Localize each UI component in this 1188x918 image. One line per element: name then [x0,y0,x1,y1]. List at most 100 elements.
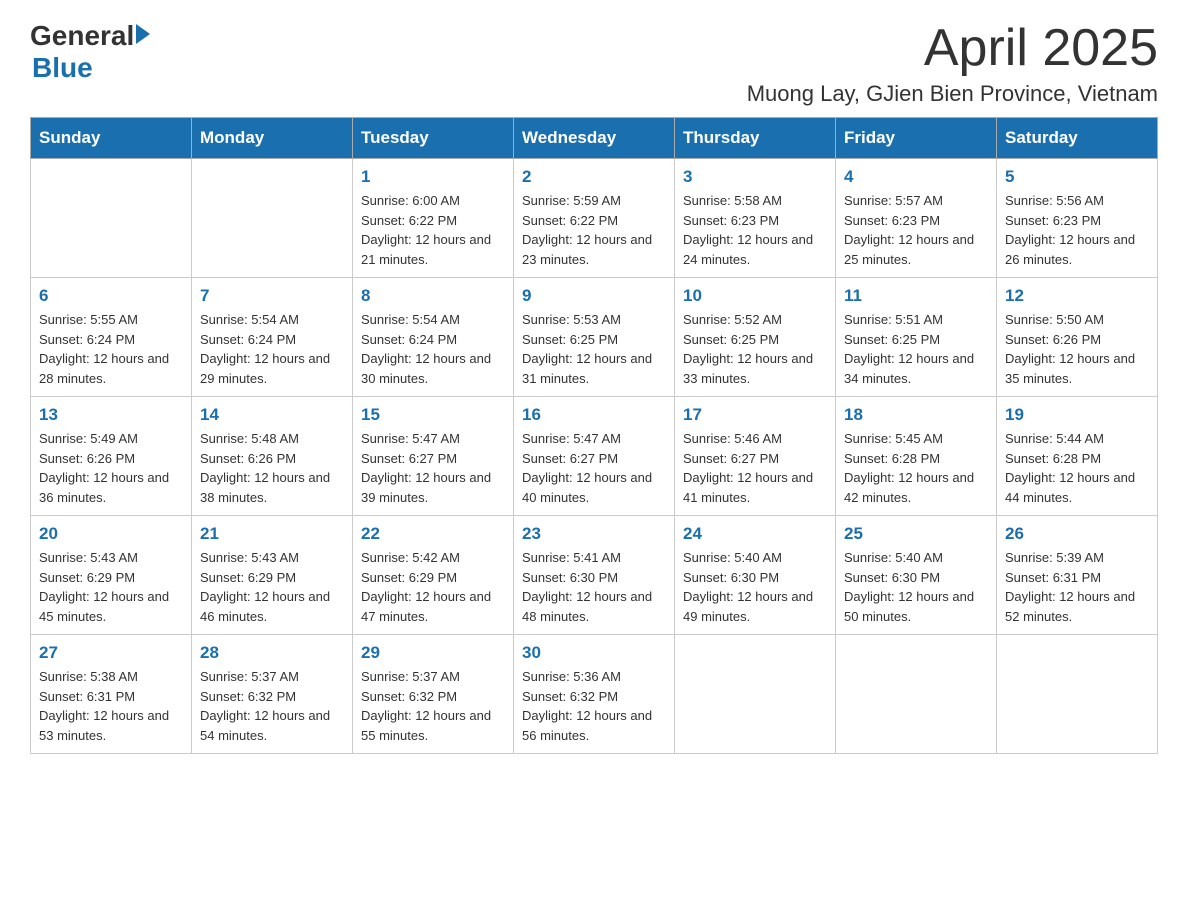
day-detail: Sunrise: 5:39 AMSunset: 6:31 PMDaylight:… [1005,548,1149,626]
day-detail: Sunrise: 5:55 AMSunset: 6:24 PMDaylight:… [39,310,183,388]
calendar-cell: 14 Sunrise: 5:48 AMSunset: 6:26 PMDayligh… [192,397,353,516]
col-friday: Friday [836,118,997,159]
day-number: 13 [39,405,183,425]
logo-general-text: General [30,20,134,52]
day-detail: Sunrise: 5:38 AMSunset: 6:31 PMDaylight:… [39,667,183,745]
calendar-title: April 2025 [747,20,1158,77]
day-number: 9 [522,286,666,306]
day-number: 15 [361,405,505,425]
calendar-cell: 3 Sunrise: 5:58 AMSunset: 6:23 PMDaylight… [675,159,836,278]
day-detail: Sunrise: 5:56 AMSunset: 6:23 PMDaylight:… [1005,191,1149,269]
day-number: 25 [844,524,988,544]
calendar-cell [675,635,836,754]
logo: General Blue [30,20,150,84]
day-detail: Sunrise: 5:59 AMSunset: 6:22 PMDaylight:… [522,191,666,269]
week-row-2: 6 Sunrise: 5:55 AMSunset: 6:24 PMDaylight… [31,278,1158,397]
calendar-cell: 26 Sunrise: 5:39 AMSunset: 6:31 PMDayligh… [997,516,1158,635]
calendar-cell: 17 Sunrise: 5:46 AMSunset: 6:27 PMDayligh… [675,397,836,516]
calendar-cell: 16Sunrise: 5:47 AMSunset: 6:27 PMDayligh… [514,397,675,516]
calendar-cell [31,159,192,278]
day-detail: Sunrise: 5:57 AMSunset: 6:23 PMDaylight:… [844,191,988,269]
day-detail: Sunrise: 5:40 AMSunset: 6:30 PMDaylight:… [683,548,827,626]
calendar-cell: 23 Sunrise: 5:41 AMSunset: 6:30 PMDayligh… [514,516,675,635]
col-tuesday: Tuesday [353,118,514,159]
day-number: 6 [39,286,183,306]
calendar-cell: 12Sunrise: 5:50 AMSunset: 6:26 PMDayligh… [997,278,1158,397]
day-detail: Sunrise: 5:48 AMSunset: 6:26 PMDaylight:… [200,429,344,507]
day-number: 5 [1005,167,1149,187]
day-number: 20 [39,524,183,544]
calendar-cell: 20Sunrise: 5:43 AMSunset: 6:29 PMDayligh… [31,516,192,635]
day-detail: Sunrise: 5:47 AMSunset: 6:27 PMDaylight:… [522,429,666,507]
day-number: 1 [361,167,505,187]
calendar-cell: 18Sunrise: 5:45 AMSunset: 6:28 PMDayligh… [836,397,997,516]
calendar-cell: 13 Sunrise: 5:49 AMSunset: 6:26 PMDayligh… [31,397,192,516]
calendar-subtitle: Muong Lay, GJien Bien Province, Vietnam [747,81,1158,107]
day-number: 8 [361,286,505,306]
calendar-cell: 8 Sunrise: 5:54 AMSunset: 6:24 PMDaylight… [353,278,514,397]
day-number: 21 [200,524,344,544]
day-detail: Sunrise: 5:42 AMSunset: 6:29 PMDaylight:… [361,548,505,626]
col-monday: Monday [192,118,353,159]
day-detail: Sunrise: 5:54 AMSunset: 6:24 PMDaylight:… [200,310,344,388]
day-detail: Sunrise: 5:52 AMSunset: 6:25 PMDaylight:… [683,310,827,388]
day-detail: Sunrise: 5:41 AMSunset: 6:30 PMDaylight:… [522,548,666,626]
calendar-cell [997,635,1158,754]
week-row-3: 13 Sunrise: 5:49 AMSunset: 6:26 PMDayligh… [31,397,1158,516]
calendar-cell: 29Sunrise: 5:37 AMSunset: 6:32 PMDayligh… [353,635,514,754]
calendar-cell: 1 Sunrise: 6:00 AMSunset: 6:22 PMDaylight… [353,159,514,278]
week-row-4: 20Sunrise: 5:43 AMSunset: 6:29 PMDayligh… [31,516,1158,635]
calendar-cell: 28 Sunrise: 5:37 AMSunset: 6:32 PMDayligh… [192,635,353,754]
calendar-cell: 21Sunrise: 5:43 AMSunset: 6:29 PMDayligh… [192,516,353,635]
calendar-cell: 25 Sunrise: 5:40 AMSunset: 6:30 PMDayligh… [836,516,997,635]
week-row-5: 27 Sunrise: 5:38 AMSunset: 6:31 PMDayligh… [31,635,1158,754]
day-number: 19 [1005,405,1149,425]
col-sunday: Sunday [31,118,192,159]
day-detail: Sunrise: 5:37 AMSunset: 6:32 PMDaylight:… [200,667,344,745]
day-number: 27 [39,643,183,663]
day-detail: Sunrise: 5:49 AMSunset: 6:26 PMDaylight:… [39,429,183,507]
calendar-cell: 2 Sunrise: 5:59 AMSunset: 6:22 PMDaylight… [514,159,675,278]
col-saturday: Saturday [997,118,1158,159]
day-number: 26 [1005,524,1149,544]
calendar-cell: 27 Sunrise: 5:38 AMSunset: 6:31 PMDayligh… [31,635,192,754]
day-detail: Sunrise: 6:00 AMSunset: 6:22 PMDaylight:… [361,191,505,269]
day-detail: Sunrise: 5:37 AMSunset: 6:32 PMDaylight:… [361,667,505,745]
day-number: 3 [683,167,827,187]
day-number: 12 [1005,286,1149,306]
day-detail: Sunrise: 5:54 AMSunset: 6:24 PMDaylight:… [361,310,505,388]
calendar-cell: 6 Sunrise: 5:55 AMSunset: 6:24 PMDaylight… [31,278,192,397]
day-detail: Sunrise: 5:58 AMSunset: 6:23 PMDaylight:… [683,191,827,269]
day-number: 11 [844,286,988,306]
day-number: 24 [683,524,827,544]
calendar-cell: 10 Sunrise: 5:52 AMSunset: 6:25 PMDayligh… [675,278,836,397]
logo-arrow-icon [136,24,150,44]
calendar-cell: 11 Sunrise: 5:51 AMSunset: 6:25 PMDayligh… [836,278,997,397]
day-detail: Sunrise: 5:53 AMSunset: 6:25 PMDaylight:… [522,310,666,388]
calendar-table: Sunday Monday Tuesday Wednesday Thursday… [30,117,1158,754]
week-row-1: 1 Sunrise: 6:00 AMSunset: 6:22 PMDaylight… [31,159,1158,278]
calendar-cell: 19 Sunrise: 5:44 AMSunset: 6:28 PMDayligh… [997,397,1158,516]
day-detail: Sunrise: 5:40 AMSunset: 6:30 PMDaylight:… [844,548,988,626]
calendar-cell: 7Sunrise: 5:54 AMSunset: 6:24 PMDaylight… [192,278,353,397]
calendar-cell [836,635,997,754]
calendar-cell: 9 Sunrise: 5:53 AMSunset: 6:25 PMDaylight… [514,278,675,397]
day-number: 28 [200,643,344,663]
day-number: 4 [844,167,988,187]
day-number: 23 [522,524,666,544]
day-detail: Sunrise: 5:44 AMSunset: 6:28 PMDaylight:… [1005,429,1149,507]
day-detail: Sunrise: 5:51 AMSunset: 6:25 PMDaylight:… [844,310,988,388]
calendar-cell: 5 Sunrise: 5:56 AMSunset: 6:23 PMDaylight… [997,159,1158,278]
calendar-cell: 24 Sunrise: 5:40 AMSunset: 6:30 PMDayligh… [675,516,836,635]
day-number: 14 [200,405,344,425]
day-number: 18 [844,405,988,425]
col-thursday: Thursday [675,118,836,159]
day-number: 22 [361,524,505,544]
title-block: April 2025 Muong Lay, GJien Bien Provinc… [747,20,1158,107]
day-detail: Sunrise: 5:46 AMSunset: 6:27 PMDaylight:… [683,429,827,507]
day-number: 10 [683,286,827,306]
day-number: 17 [683,405,827,425]
calendar-cell: 15Sunrise: 5:47 AMSunset: 6:27 PMDayligh… [353,397,514,516]
calendar-cell: 4 Sunrise: 5:57 AMSunset: 6:23 PMDaylight… [836,159,997,278]
day-number: 2 [522,167,666,187]
